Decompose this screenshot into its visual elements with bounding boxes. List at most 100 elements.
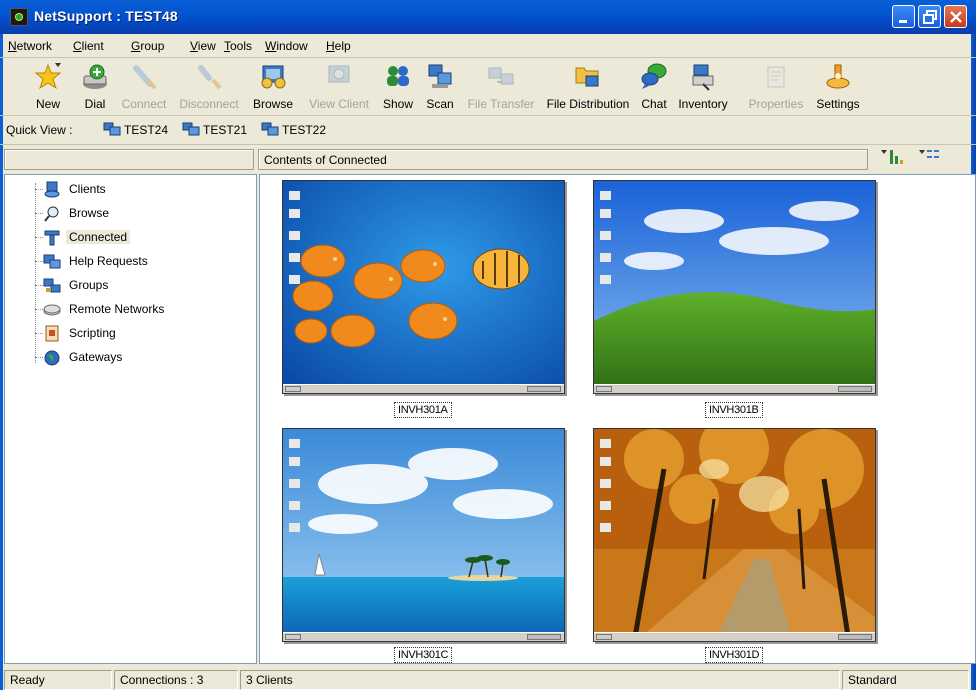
minimize-icon <box>899 20 907 23</box>
tree-connector <box>35 261 43 262</box>
menu-help[interactable]: Help <box>326 39 351 53</box>
tree-connector <box>35 189 43 190</box>
restore-button[interactable] <box>918 5 941 28</box>
client-name-label: INVH301A <box>394 402 452 418</box>
properties-button[interactable]: Properties <box>744 60 808 114</box>
client-computer-icon <box>182 122 200 136</box>
arrange-view-button[interactable] <box>916 146 944 170</box>
window-title: NetSupport : TEST48 <box>34 8 178 24</box>
tree-connector <box>35 183 36 363</box>
clients-icon <box>44 181 60 198</box>
menu-view[interactable]: View <box>190 39 216 53</box>
client-taskbar <box>283 632 564 641</box>
settings-icon <box>826 64 850 89</box>
quick-view-item[interactable]: TEST22 <box>261 121 346 139</box>
tree-connector <box>35 213 43 214</box>
tree-connector <box>35 357 43 358</box>
disconnect-plug-icon <box>198 65 222 90</box>
client-start-button <box>285 386 301 392</box>
file-distribution-icon <box>575 67 599 87</box>
client-thumbnail[interactable] <box>282 428 565 642</box>
pane-header-row: Contents of Connected <box>0 146 976 174</box>
browse-magnifier-icon <box>44 206 59 222</box>
minimize-button[interactable] <box>892 5 915 28</box>
scan-icon <box>428 64 452 88</box>
menu-mnemonic: V <box>190 39 198 53</box>
gateways-globe-icon <box>44 350 60 366</box>
status-bar: Ready Connections : 3 3 Clients Standard <box>0 668 976 690</box>
inventory-button[interactable]: Inventory <box>674 60 732 114</box>
status-state: Ready <box>4 670 112 690</box>
file-transfer-button[interactable]: File Transfer <box>462 60 540 114</box>
sort-view-button[interactable] <box>878 146 906 170</box>
scripting-icon <box>45 325 59 342</box>
client-taskbar <box>594 384 875 393</box>
chat-icon <box>641 63 667 89</box>
properties-icon <box>767 66 785 88</box>
status-clients: 3 Clients <box>240 670 840 690</box>
file-distribution-button[interactable]: File Distribution <box>542 60 634 114</box>
content-pane-header: Contents of Connected <box>258 149 868 170</box>
show-button[interactable]: Show <box>378 60 418 114</box>
quick-view-item[interactable]: TEST21 <box>182 121 267 139</box>
remote-networks-icon <box>43 304 61 316</box>
client-start-button <box>596 386 612 392</box>
menu-network[interactable]: Network <box>8 39 52 53</box>
scan-button[interactable]: Scan <box>420 60 460 114</box>
toolbar: New Dial Connect Disconnect Browse View … <box>0 58 976 116</box>
quick-view-item[interactable]: TEST24 <box>103 121 188 139</box>
chat-button[interactable]: Chat <box>636 60 672 114</box>
client-name-label: INVH301C <box>394 647 453 663</box>
settings-button[interactable]: Settings <box>812 60 864 114</box>
view-client-button[interactable]: View Client <box>306 60 372 114</box>
tree-connector <box>35 309 43 310</box>
menu-mnemonic: C <box>73 39 82 53</box>
client-name-label: INVH301D <box>705 647 764 663</box>
menu-mnemonic: H <box>326 39 335 53</box>
browse-button[interactable]: Browse <box>248 60 298 114</box>
client-taskbar <box>283 384 564 393</box>
inventory-icon <box>692 64 714 91</box>
file-transfer-icon <box>488 67 514 85</box>
netsupport-window: NetSupport : TEST48 Network Client Group… <box>0 0 976 690</box>
status-mode: Standard <box>842 670 969 690</box>
client-start-button <box>596 634 612 640</box>
view-client-icon <box>328 65 350 83</box>
connect-button[interactable]: Connect <box>116 60 172 114</box>
menu-mnemonic: W <box>265 39 277 53</box>
beach-wallpaper <box>283 429 564 641</box>
client-start-button <box>285 634 301 640</box>
groups-icon <box>43 278 61 293</box>
menu-mnemonic: T <box>224 39 230 53</box>
client-taskbar <box>594 632 875 641</box>
help-requests-icon <box>43 254 61 269</box>
tree-connector <box>35 333 43 334</box>
menu-window[interactable]: Window <box>265 39 308 53</box>
status-connections: Connections : 3 <box>114 670 238 690</box>
menu-group[interactable]: Group <box>131 39 164 53</box>
client-system-tray <box>838 634 872 640</box>
sort-list-icon <box>881 150 903 164</box>
close-button[interactable] <box>944 5 967 28</box>
title-bar[interactable]: NetSupport : TEST48 <box>0 0 976 34</box>
disconnect-button[interactable]: Disconnect <box>174 60 244 114</box>
restore-icon <box>923 10 937 24</box>
close-icon <box>950 11 962 23</box>
dial-button[interactable]: Dial <box>75 60 115 114</box>
dial-modem-icon <box>83 64 107 89</box>
tree-connector <box>35 285 43 286</box>
client-thumbnail[interactable] <box>282 180 565 394</box>
fish-wallpaper <box>283 181 564 393</box>
menu-tools[interactable]: Tools <box>224 39 252 53</box>
client-thumbnail[interactable] <box>593 180 876 394</box>
client-thumbnail[interactable] <box>593 428 876 642</box>
menu-client[interactable]: Client <box>73 39 104 53</box>
client-name-label: INVH301B <box>705 402 763 418</box>
new-button[interactable]: New <box>28 60 68 114</box>
client-system-tray <box>838 386 872 392</box>
bliss-wallpaper <box>594 181 875 393</box>
client-computer-icon <box>261 122 279 136</box>
app-icon <box>10 8 28 26</box>
client-computer-icon <box>103 122 121 136</box>
connect-plug-icon <box>133 65 157 90</box>
